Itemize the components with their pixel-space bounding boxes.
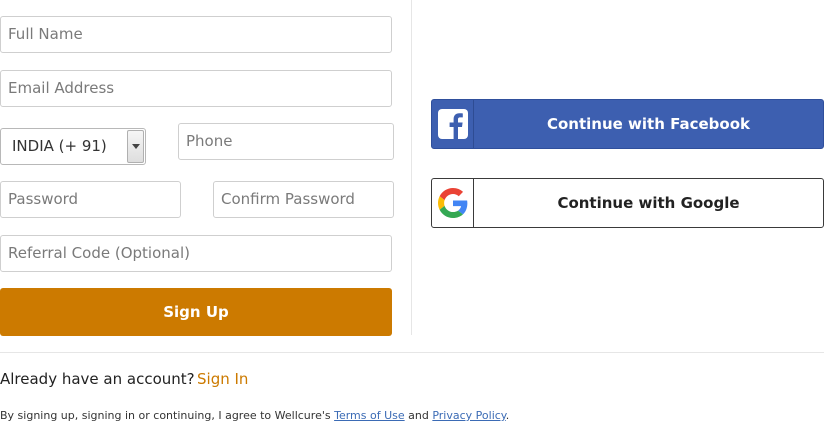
vertical-divider (411, 0, 412, 335)
password-field[interactable]: Password (0, 181, 181, 218)
google-icon (432, 179, 474, 227)
facebook-button-label: Continue with Facebook (546, 115, 750, 133)
terms-notice: By signing up, signing in or continuing,… (0, 409, 509, 422)
terms-and-text: and (408, 409, 429, 422)
country-code-value: INDIA (+ 91) (12, 137, 107, 155)
chevron-down-icon[interactable] (127, 130, 144, 163)
full-name-field[interactable]: Full Name (0, 16, 392, 53)
continue-with-google-button[interactable]: Continue with Google (431, 178, 824, 228)
confirm-password-field[interactable]: Confirm Password (213, 181, 394, 218)
google-button-label: Continue with Google (557, 194, 740, 212)
email-field[interactable]: Email Address (0, 70, 392, 107)
already-have-account-text: Already have an account? (0, 370, 195, 388)
sign-in-link[interactable]: Sign In (197, 370, 248, 388)
phone-field[interactable]: Phone (178, 123, 394, 160)
privacy-policy-link[interactable]: Privacy Policy (432, 409, 505, 422)
facebook-icon (432, 100, 474, 148)
continue-with-facebook-button[interactable]: Continue with Facebook (431, 99, 824, 149)
terms-of-use-link[interactable]: Terms of Use (334, 409, 405, 422)
terms-suffix-text: . (505, 409, 510, 422)
referral-code-field[interactable]: Referral Code (Optional) (0, 235, 392, 272)
sign-up-button[interactable]: Sign Up (0, 288, 392, 336)
horizontal-divider (0, 352, 824, 353)
terms-prefix-text: By signing up, signing in or continuing,… (0, 409, 331, 422)
country-code-select[interactable]: INDIA (+ 91) (0, 128, 146, 165)
signup-page: Full Name Email Address INDIA (+ 91) Pho… (0, 0, 824, 425)
